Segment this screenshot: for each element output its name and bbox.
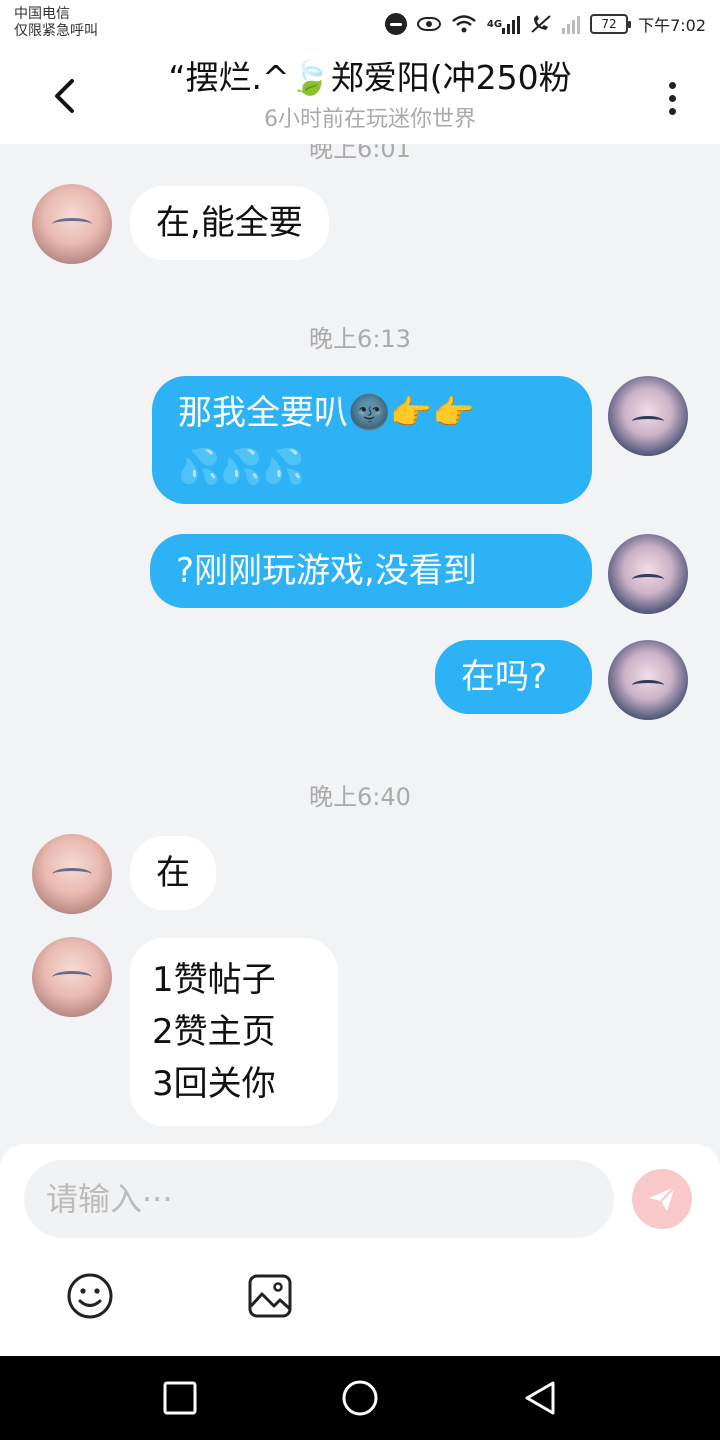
more-vertical-icon xyxy=(668,81,676,89)
paper-plane-icon xyxy=(649,1186,676,1211)
circle-icon xyxy=(342,1380,378,1416)
eye-comfort-icon xyxy=(416,17,441,31)
timestamp: 晚上6:40 xyxy=(309,783,411,811)
message-line: 那我全要叭🌚👉👉 xyxy=(178,393,476,433)
home-button[interactable] xyxy=(336,1374,384,1422)
incoming-message[interactable]: 在,能全要 xyxy=(130,186,329,260)
status-icons: 4G 72 下午7:02 xyxy=(384,10,706,38)
more-options-button[interactable] xyxy=(652,74,692,122)
smiley-icon xyxy=(67,1273,113,1319)
status-bar: 中国电信 仅限紧急呼叫 4G 72 下午7:02 xyxy=(0,0,720,48)
chat-header: “摆烂.^🍃郑爱阳(冲250粉 6小时前在玩迷你世界 xyxy=(0,48,720,144)
send-button[interactable] xyxy=(632,1169,692,1229)
timestamp: 晚上6:01 xyxy=(309,144,411,163)
timestamp: 晚上6:13 xyxy=(309,325,411,353)
contact-avatar[interactable] xyxy=(32,937,112,1017)
my-avatar[interactable] xyxy=(608,640,688,720)
signal-sim2-icon xyxy=(562,14,581,34)
message-input-box[interactable] xyxy=(24,1160,614,1238)
carrier-name: 中国电信 xyxy=(14,6,70,22)
message-input[interactable] xyxy=(24,1160,614,1238)
wifi-icon xyxy=(451,14,477,34)
back-button[interactable] xyxy=(40,72,88,120)
system-navigation-bar xyxy=(0,1356,720,1440)
square-icon xyxy=(163,1381,197,1415)
message-line: 3回关你 xyxy=(152,1064,276,1104)
carrier-status: 仅限紧急呼叫 xyxy=(14,23,98,39)
my-avatar[interactable] xyxy=(608,534,688,614)
image-button[interactable] xyxy=(242,1268,298,1324)
emoji-button[interactable] xyxy=(62,1268,118,1324)
triangle-icon xyxy=(525,1381,555,1415)
message-list[interactable]: 晚上6:01 在,能全要 晚上6:13 那我全要叭🌚👉👉 💦💦💦 ?刚刚玩游戏,… xyxy=(0,144,720,1144)
message-line: 1赞帖子 xyxy=(152,960,276,1000)
do-not-disturb-icon xyxy=(384,13,407,35)
chat-title: “摆烂.^🍃郑爱阳(冲250粉 xyxy=(168,58,572,97)
message-line: 2赞主页 xyxy=(152,1012,276,1052)
contact-avatar[interactable] xyxy=(32,184,112,264)
carrier-info: 中国电信 仅限紧急呼叫 xyxy=(14,6,98,40)
clock: 下午7:02 xyxy=(638,16,706,35)
image-icon xyxy=(248,1274,292,1318)
online-status: 6小时前在玩迷你世界 xyxy=(264,107,476,132)
recents-button[interactable] xyxy=(156,1374,204,1422)
message-line: 💦💦💦 xyxy=(178,447,306,487)
contact-avatar[interactable] xyxy=(32,834,112,914)
outgoing-message[interactable]: 那我全要叭🌚👉👉 💦💦💦 xyxy=(152,376,592,504)
incoming-message[interactable]: 在 xyxy=(130,836,216,910)
outgoing-message[interactable]: 在吗? xyxy=(435,640,592,714)
chevron-left-icon xyxy=(55,79,74,113)
outgoing-message[interactable]: ?刚刚玩游戏,没看到 xyxy=(150,534,592,608)
network-type-label: 4G xyxy=(486,18,503,30)
signal-icon: 4G xyxy=(486,14,521,34)
battery-icon: 72 xyxy=(590,14,632,34)
my-avatar[interactable] xyxy=(608,376,688,456)
nav-back-button[interactable] xyxy=(516,1374,564,1422)
incoming-message[interactable]: 1赞帖子 2赞主页 3回关你 xyxy=(130,938,338,1126)
no-call-icon xyxy=(530,14,552,34)
composer xyxy=(0,1144,720,1356)
